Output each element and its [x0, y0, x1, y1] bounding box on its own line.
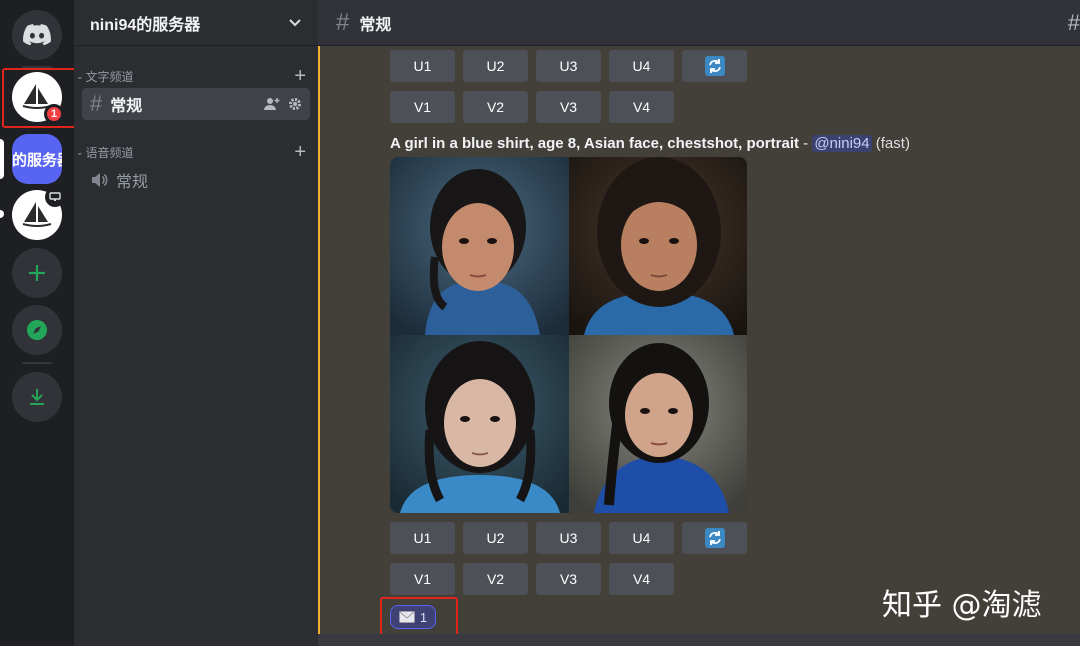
channel-label: 常规	[116, 174, 149, 191]
hash-icon: #	[90, 91, 103, 116]
v2-button[interactable]: V2	[463, 563, 528, 595]
u4-button[interactable]: U4	[609, 522, 674, 554]
chevron-down-icon: ⌄	[76, 146, 84, 157]
category-label: 文字频道	[85, 69, 134, 84]
hash-icon: #	[336, 8, 350, 36]
channel-item-general[interactable]: # 常规	[82, 88, 310, 120]
watermark: 知乎 @淘滤	[882, 588, 1042, 623]
create-channel-button[interactable]: +	[294, 66, 306, 86]
generated-image-3[interactable]	[390, 335, 569, 513]
v1-button[interactable]: V1	[390, 91, 455, 123]
channel-title: 常规	[359, 16, 392, 34]
download-apps-button[interactable]	[12, 372, 62, 422]
explore-servers-button[interactable]	[12, 305, 62, 355]
voice-channels-category[interactable]: ⌄ 语音频道 +	[76, 142, 306, 162]
v3-button[interactable]: V3	[536, 91, 601, 123]
threads-icon[interactable]: #	[1068, 10, 1080, 36]
image-grid[interactable]	[390, 157, 747, 513]
u2-button[interactable]: U2	[463, 522, 528, 554]
variation-button-row: V1 V2 V3 V4	[390, 91, 674, 123]
message-input-edge	[318, 634, 1080, 646]
message-prompt: A girl in a blue shirt, age 8, Asian fac…	[390, 135, 910, 152]
midjourney-bot-server-icon[interactable]	[12, 187, 65, 240]
channel-topbar: # 常规 #	[318, 0, 1080, 46]
server-name: nini94的服务器	[90, 16, 201, 34]
server-header[interactable]: nini94的服务器	[74, 0, 318, 46]
selected-server-indicator	[0, 139, 4, 179]
generated-image-2[interactable]	[568, 157, 747, 335]
speaker-icon	[92, 173, 108, 187]
prompt-text: A girl in a blue shirt, age 8, Asian fac…	[390, 135, 799, 152]
variation-button-row: V1 V2 V3 V4	[390, 563, 674, 595]
v3-button[interactable]: V3	[536, 563, 601, 595]
upscale-button-row: U1 U2 U3 U4	[390, 50, 747, 82]
voice-channel-general[interactable]: 常规	[82, 164, 310, 196]
server-pill-label: 的服务器	[12, 151, 62, 169]
u1-button[interactable]: U1	[390, 50, 455, 82]
discord-logo-icon	[23, 24, 51, 46]
create-channel-button[interactable]: +	[294, 142, 306, 162]
download-icon	[30, 389, 44, 405]
u3-button[interactable]: U3	[536, 522, 601, 554]
screen-share-icon	[45, 187, 65, 207]
v4-button[interactable]: V4	[609, 563, 674, 595]
generated-image-4[interactable]	[568, 335, 747, 513]
upscale-button-row: U1 U2 U3 U4	[390, 522, 747, 554]
chevron-down-icon: ⌄	[76, 70, 84, 81]
category-label: 语音频道	[85, 145, 134, 160]
current-server-icon[interactable]: 的服务器	[12, 134, 62, 184]
prompt-separator: -	[798, 135, 813, 152]
server-rail: 1 的服务器	[0, 0, 77, 646]
reroll-button[interactable]	[682, 50, 747, 82]
u3-button[interactable]: U3	[536, 50, 601, 82]
channel-sidebar: nini94的服务器 ⌄ 文字频道 + # 常规 ⌄ 语音频道 + 常规	[74, 0, 318, 646]
chevron-down-icon	[289, 18, 301, 26]
gear-icon[interactable]	[288, 97, 302, 111]
add-server-button[interactable]	[12, 248, 62, 298]
chat-area: # 常规 # U1 U2 U3 U4 V1 V2 V3 V4 A girl in…	[318, 0, 1080, 646]
u1-button[interactable]: U1	[390, 522, 455, 554]
speed-label: (fast)	[875, 135, 910, 152]
compass-icon	[27, 320, 47, 340]
annotation-highlight-box	[2, 68, 77, 128]
v4-button[interactable]: V4	[609, 91, 674, 123]
discord-home-button[interactable]	[12, 10, 62, 60]
channel-label: 常规	[110, 98, 143, 115]
u4-button[interactable]: U4	[609, 50, 674, 82]
add-member-icon[interactable]	[264, 97, 280, 111]
refresh-icon	[704, 56, 725, 76]
u2-button[interactable]: U2	[463, 50, 528, 82]
v1-button[interactable]: V1	[390, 563, 455, 595]
v2-button[interactable]: V2	[463, 91, 528, 123]
user-mention[interactable]: @nini94	[812, 135, 872, 152]
refresh-icon	[704, 528, 725, 548]
unread-indicator	[0, 210, 4, 218]
generated-image-1[interactable]	[390, 157, 569, 335]
add-server-icon	[29, 265, 45, 281]
text-channels-category[interactable]: ⌄ 文字频道 +	[76, 66, 306, 86]
reroll-button[interactable]	[682, 522, 747, 554]
rail-separator	[22, 362, 52, 364]
